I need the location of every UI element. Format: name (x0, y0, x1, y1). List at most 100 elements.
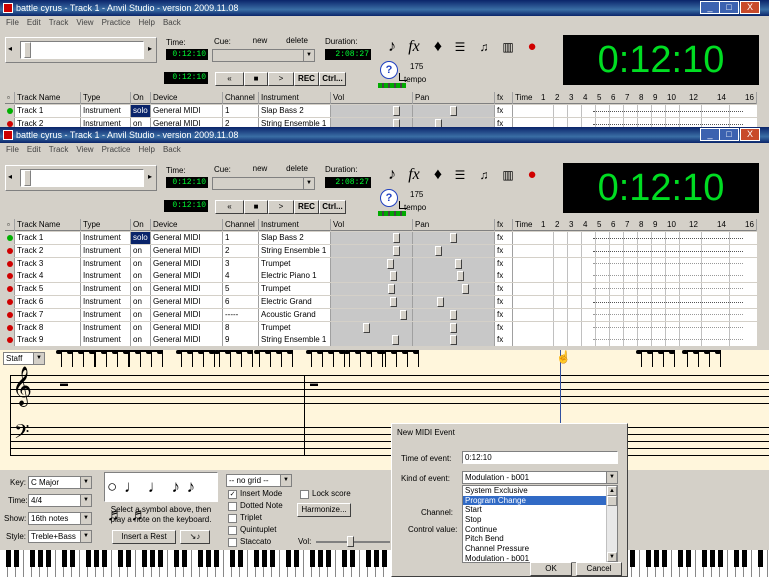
track-instrument[interactable]: String Ensemble 1 (259, 244, 331, 257)
pan-slider[interactable] (413, 105, 495, 117)
track-device[interactable]: General MIDI (151, 321, 223, 334)
column-header-pan[interactable]: Pan (413, 92, 495, 104)
tuner-icon[interactable]: ♫ (474, 35, 494, 59)
track-type[interactable]: Instrument (81, 334, 131, 347)
piano-black-key[interactable] (126, 550, 131, 567)
track-name[interactable]: Track 1 (15, 105, 81, 117)
pan-thumb[interactable] (450, 106, 457, 116)
column-header-name[interactable]: Track Name (15, 219, 81, 231)
event-kind-option[interactable]: System Exclusive (463, 486, 607, 496)
track-name[interactable]: Track 3 (15, 257, 81, 270)
track-row[interactable]: Track 5 Instrument on General MIDI 5 Trumpet f… (5, 283, 757, 296)
rewind-button[interactable]: « (215, 72, 244, 86)
event-kind-option[interactable]: Program Change (463, 495, 607, 506)
pan-slider[interactable] (413, 283, 495, 296)
track-name[interactable]: Track 9 (15, 334, 81, 347)
microphone-icon[interactable]: ♦ (428, 35, 448, 59)
column-header-channel[interactable]: Channel (223, 92, 259, 104)
menu-track[interactable]: Track (49, 18, 69, 27)
track-name[interactable]: Track 7 (15, 308, 81, 321)
time-signature-select[interactable]: 4/4 ▼ (28, 494, 92, 507)
volume-slider-thumb[interactable] (347, 536, 354, 547)
piano-black-key[interactable] (326, 550, 331, 567)
column-header-on[interactable]: On (131, 219, 151, 231)
piano-black-key[interactable] (686, 550, 691, 567)
piano-black-key[interactable] (286, 550, 291, 567)
song-position-track[interactable] (20, 169, 144, 187)
piano-icon[interactable]: ▥ (498, 35, 518, 59)
tie-button[interactable]: ↘♪ (180, 530, 210, 544)
piano-black-key[interactable] (118, 550, 123, 567)
column-header-pan[interactable]: Pan (413, 219, 495, 231)
piano-black-key[interactable] (46, 550, 51, 567)
piano-black-key[interactable] (342, 550, 347, 567)
track-name[interactable]: Track 1 (15, 232, 81, 244)
select-all-checkbox[interactable]: ▫ (5, 92, 15, 104)
track-fx[interactable]: fx (495, 257, 513, 270)
menu-back[interactable]: Back (163, 18, 181, 27)
track-name[interactable]: Track 6 (15, 296, 81, 308)
mixer-icon[interactable]: ☰ (450, 163, 470, 187)
scroll-right-icon[interactable]: ▸ (148, 44, 152, 53)
time-of-event-input[interactable] (462, 451, 618, 464)
pan-slider[interactable] (413, 270, 495, 283)
scroll-left-icon[interactable]: ◂ (8, 44, 12, 53)
pan-thumb[interactable] (450, 335, 457, 346)
track-fx[interactable]: fx (495, 232, 513, 244)
track-on-toggle[interactable]: on (131, 257, 151, 270)
style-select[interactable]: Treble+Bass ▼ (28, 530, 92, 543)
menu-back[interactable]: Back (163, 145, 181, 154)
piano-black-key[interactable] (70, 550, 75, 567)
close-button[interactable]: X (740, 1, 760, 14)
track-type[interactable]: Instrument (81, 321, 131, 334)
menu-view[interactable]: View (76, 18, 93, 27)
track-on-toggle[interactable]: on (131, 283, 151, 296)
piano-black-key[interactable] (742, 550, 747, 567)
controller-button[interactable]: Ctrl... (319, 72, 346, 86)
metronome-icon[interactable]: ♪ (382, 35, 402, 59)
track-fx[interactable]: fx (495, 334, 513, 347)
pan-slider[interactable] (413, 257, 495, 270)
volume-thumb[interactable] (400, 309, 407, 320)
pan-thumb[interactable] (462, 284, 469, 295)
pan-slider[interactable] (413, 232, 495, 244)
track-row[interactable]: Track 9 Instrument on General MIDI 9 String E… (5, 334, 757, 347)
piano-black-key[interactable] (262, 550, 267, 567)
piano-black-key[interactable] (734, 550, 739, 567)
track-channel[interactable]: 1 (223, 232, 259, 244)
column-header-fx[interactable]: fx (495, 219, 513, 231)
pan-slider[interactable] (413, 334, 495, 347)
column-header-on[interactable]: On (131, 92, 151, 104)
track-type[interactable]: Instrument (81, 105, 131, 117)
track-device[interactable]: General MIDI (151, 244, 223, 257)
menu-edit[interactable]: Edit (27, 18, 41, 27)
cancel-button[interactable]: Cancel (576, 562, 622, 576)
quintuplet-checkbox[interactable] (228, 526, 237, 535)
piano-black-key[interactable] (318, 550, 323, 567)
piano-black-key[interactable] (174, 550, 179, 567)
menu-edit[interactable]: Edit (27, 145, 41, 154)
stop-button[interactable]: ■ (244, 72, 268, 86)
column-header-device[interactable]: Device (151, 92, 223, 104)
volume-thumb[interactable] (390, 297, 397, 307)
track-timeline[interactable] (513, 296, 757, 308)
note-duration-palette[interactable]: ○ ♩ ♩ ♪ ♪ ♬ ♬ (104, 472, 218, 524)
track-instrument[interactable]: Electric Piano 1 (259, 270, 331, 283)
track-fx[interactable]: fx (495, 105, 513, 117)
piano-black-key[interactable] (646, 550, 651, 567)
song-position-scrollbar[interactable]: ◂ ▸ (5, 37, 157, 63)
volume-slider[interactable] (331, 257, 413, 270)
column-header-device[interactable]: Device (151, 219, 223, 231)
track-fx[interactable]: fx (495, 270, 513, 283)
piano-icon[interactable]: ▥ (498, 163, 518, 187)
column-header-channel[interactable]: Channel (223, 219, 259, 231)
select-all-checkbox[interactable]: ▫ (5, 219, 15, 231)
volume-thumb[interactable] (392, 335, 399, 346)
track-row[interactable]: Track 8 Instrument on General MIDI 8 Trumpet f… (5, 321, 757, 334)
stop-button[interactable]: ■ (244, 200, 268, 214)
microphone-icon[interactable]: ♦ (428, 163, 448, 187)
pan-thumb[interactable] (435, 245, 442, 256)
volume-thumb[interactable] (390, 271, 397, 282)
track-row[interactable]: Track 1 Instrument solo General MIDI 1 Slap B… (5, 232, 757, 244)
dotted-note-checkbox[interactable] (228, 502, 237, 511)
